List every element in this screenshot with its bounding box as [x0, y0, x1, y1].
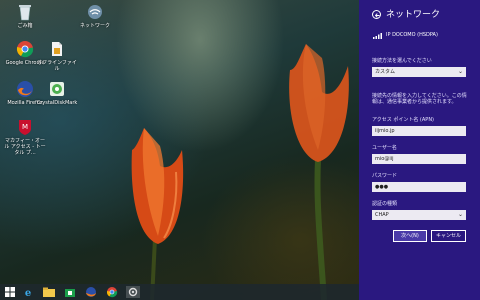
- start-icon[interactable]: [3, 286, 17, 298]
- network-name: IP DOCOMO (HSDPA): [386, 32, 438, 38]
- svg-text:M: M: [22, 123, 28, 131]
- firefox-icon: [16, 80, 34, 98]
- svg-text:e: e: [25, 288, 31, 298]
- cancel-button[interactable]: キャンセル: [431, 230, 466, 242]
- desktop-icon-crystaldiskmark[interactable]: CrystalDiskMark: [35, 80, 79, 106]
- connect-method-select[interactable]: カスタム ⌄: [372, 67, 466, 77]
- explorer-icon[interactable]: [42, 286, 56, 298]
- back-arrow-icon: [374, 13, 380, 18]
- password-input[interactable]: ●●●: [372, 182, 466, 192]
- chrome-icon[interactable]: [105, 286, 119, 298]
- desktop-icon-offline-file[interactable]: オフラインファイル: [35, 40, 79, 72]
- apn-input[interactable]: iijmio.jp: [372, 126, 466, 136]
- chevron-down-icon: ⌄: [457, 211, 463, 218]
- chrome-icon: [16, 40, 34, 58]
- settings-icon[interactable]: [126, 286, 140, 298]
- taskbar: e: [0, 284, 360, 300]
- panel-title: ネットワーク: [386, 10, 441, 20]
- offline-file-icon: [48, 40, 66, 58]
- chevron-down-icon: ⌄: [457, 68, 463, 75]
- auth-type-select[interactable]: CHAP ⌄: [372, 210, 466, 220]
- desktop-icon-label: オフラインファイル: [37, 60, 77, 72]
- desktop-icon-label: ごみ箱: [17, 23, 33, 29]
- auth-type-label: 認証の種類: [372, 201, 398, 207]
- store-icon[interactable]: [63, 286, 77, 298]
- desktop-icon-label: マカフィー・オール アクセス - トータル プ...: [4, 138, 46, 156]
- back-button[interactable]: [372, 10, 381, 19]
- desktop-icon-label: CrystalDiskMark: [36, 100, 78, 106]
- next-button[interactable]: 次へ(N): [393, 230, 427, 242]
- apn-label: アクセス ポイント名 (APN): [372, 117, 435, 123]
- username-input[interactable]: mio@iij: [372, 154, 466, 164]
- mcafee-icon: M: [16, 118, 34, 136]
- ie-icon[interactable]: e: [21, 286, 35, 299]
- instruction-note: 接続先の情報を入力してください。この情報は、通信事業者から提供されます。: [372, 93, 467, 105]
- username-label: ユーザー名: [372, 145, 397, 151]
- auth-type-value: CHAP: [375, 212, 389, 218]
- crystaldiskmark-icon: [48, 80, 66, 98]
- desktop-icon-label: ネットワーク: [79, 23, 110, 29]
- connect-method-label: 接続方法を選んでください: [372, 58, 432, 64]
- password-label: パスワード: [372, 173, 398, 179]
- network-icon: [86, 3, 104, 21]
- connect-method-value: カスタム: [375, 69, 396, 75]
- signal-strength-icon: [373, 32, 383, 41]
- recycle-bin-icon: [16, 3, 34, 21]
- firefox-icon[interactable]: [84, 286, 98, 298]
- desktop-icon-mcafee[interactable]: M マカフィー・オール アクセス - トータル プ...: [3, 118, 47, 156]
- desktop-icon-network[interactable]: ネットワーク: [73, 3, 117, 29]
- desktop-icon-recycle-bin[interactable]: ごみ箱: [3, 3, 47, 29]
- desktop: ごみ箱 Google Chrome Mozilla Firefox M マカフィ…: [0, 0, 360, 300]
